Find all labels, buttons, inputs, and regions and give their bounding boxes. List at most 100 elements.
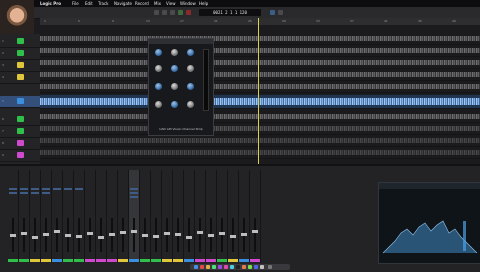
- trash-icon[interactable]: [268, 265, 272, 269]
- channel-strip[interactable]: [173, 170, 184, 262]
- metronome-button[interactable]: [278, 10, 283, 15]
- rewind-button[interactable]: [154, 10, 159, 15]
- menu-navigate[interactable]: Navigate: [114, 0, 132, 7]
- menu-record[interactable]: Record: [135, 0, 149, 7]
- channel-strip[interactable]: [140, 170, 151, 262]
- track-lane[interactable]: [40, 81, 480, 93]
- knob[interactable]: [155, 65, 162, 72]
- channel-strip[interactable]: [41, 170, 52, 262]
- forward-button[interactable]: [162, 10, 167, 15]
- channel-strip[interactable]: [206, 170, 217, 262]
- track-lane[interactable]: [40, 33, 480, 45]
- track-header[interactable]: 9: [0, 150, 40, 162]
- app-icon[interactable]: [206, 265, 210, 269]
- knob[interactable]: [187, 101, 194, 108]
- track-lane-selected[interactable]: [40, 95, 480, 109]
- app-icon[interactable]: [212, 265, 216, 269]
- app-menu[interactable]: Logic Pro: [40, 0, 61, 7]
- menu-edit[interactable]: Edit: [85, 0, 93, 7]
- channel-strip[interactable]: [30, 170, 41, 262]
- cycle-button[interactable]: [270, 10, 275, 15]
- knob[interactable]: [155, 83, 162, 90]
- channel-strip[interactable]: [107, 170, 118, 262]
- app-icon[interactable]: [242, 265, 246, 269]
- track-header[interactable]: 7: [0, 126, 40, 138]
- audio-region[interactable]: [40, 72, 480, 77]
- track-header-selected[interactable]: 5: [0, 96, 40, 108]
- channel-strip[interactable]: [239, 170, 250, 262]
- plugin-header[interactable]: [149, 39, 213, 44]
- channel-strip[interactable]: [162, 170, 173, 262]
- play-button[interactable]: [178, 10, 183, 15]
- track-header[interactable]: 6: [0, 114, 40, 126]
- app-icon[interactable]: [200, 265, 204, 269]
- menu-file[interactable]: File: [72, 0, 79, 7]
- app-icon[interactable]: [260, 265, 264, 269]
- channel-strip[interactable]: [74, 170, 85, 262]
- channel-strip[interactable]: [52, 170, 63, 262]
- channel-strip[interactable]: [184, 170, 195, 262]
- menu-view[interactable]: View: [166, 0, 176, 7]
- channel-strip[interactable]: [217, 170, 228, 262]
- track-header[interactable]: 4: [0, 72, 40, 84]
- channel-strip[interactable]: [195, 170, 206, 262]
- plugin-window[interactable]: UAD API Vision Channel Strip: [148, 38, 214, 136]
- track-lane[interactable]: [40, 57, 480, 69]
- app-icon[interactable]: [248, 265, 252, 269]
- audio-region[interactable]: [40, 138, 480, 143]
- track-header[interactable]: 1: [0, 36, 40, 48]
- audio-region[interactable]: [40, 36, 480, 41]
- channel-strip[interactable]: [250, 170, 261, 262]
- channel-strip-selected[interactable]: [129, 170, 140, 262]
- app-icon[interactable]: [218, 265, 222, 269]
- channel-strip[interactable]: [151, 170, 162, 262]
- channel-strip[interactable]: [96, 170, 107, 262]
- audio-region[interactable]: [40, 114, 480, 119]
- menu-mix[interactable]: Mix: [154, 0, 161, 7]
- knob[interactable]: [187, 83, 194, 90]
- audio-region[interactable]: [40, 98, 480, 105]
- record-button[interactable]: [186, 10, 191, 15]
- track-lane[interactable]: [40, 69, 480, 81]
- app-icon[interactable]: [224, 265, 228, 269]
- tracks-area[interactable]: [40, 25, 480, 164]
- audio-region[interactable]: [40, 48, 480, 53]
- audio-region[interactable]: [40, 84, 480, 89]
- channel-strip[interactable]: [63, 170, 74, 262]
- track-lane[interactable]: [40, 135, 480, 147]
- track-lane[interactable]: [40, 147, 480, 159]
- menu-window[interactable]: Window: [180, 0, 196, 7]
- logic-pro-icon[interactable]: [236, 265, 240, 269]
- track-header[interactable]: 3: [0, 60, 40, 72]
- knob[interactable]: [187, 49, 194, 56]
- audio-region[interactable]: [40, 60, 480, 65]
- channel-strip[interactable]: [19, 170, 30, 262]
- audio-region[interactable]: [40, 150, 480, 155]
- channel-strip[interactable]: [85, 170, 96, 262]
- menu-track[interactable]: Track: [98, 0, 108, 7]
- channel-strip[interactable]: [228, 170, 239, 262]
- timeline-ruler[interactable]: 1 5 9 13 17 21 25 29 33 37 41 45 49: [40, 18, 480, 25]
- knob[interactable]: [171, 83, 178, 90]
- stop-button[interactable]: [170, 10, 175, 15]
- knob[interactable]: [171, 101, 178, 108]
- app-icon[interactable]: [254, 265, 258, 269]
- knob[interactable]: [171, 65, 178, 72]
- app-icon[interactable]: [230, 265, 234, 269]
- audio-region[interactable]: [40, 126, 480, 131]
- track-lane[interactable]: [40, 45, 480, 57]
- finder-icon[interactable]: [194, 265, 198, 269]
- spectrum-analyzer-window[interactable]: [378, 182, 480, 264]
- knob[interactable]: [187, 65, 194, 72]
- channel-strip[interactable]: [8, 170, 19, 262]
- track-lane[interactable]: [40, 111, 480, 123]
- knob[interactable]: [155, 101, 162, 108]
- playhead[interactable]: [258, 18, 259, 164]
- menu-help[interactable]: Help: [199, 0, 208, 7]
- track-lane[interactable]: [40, 123, 480, 135]
- track-header[interactable]: 8: [0, 138, 40, 150]
- knob[interactable]: [171, 49, 178, 56]
- track-header[interactable]: 2: [0, 48, 40, 60]
- channel-strip[interactable]: [118, 170, 129, 262]
- knob[interactable]: [155, 49, 162, 56]
